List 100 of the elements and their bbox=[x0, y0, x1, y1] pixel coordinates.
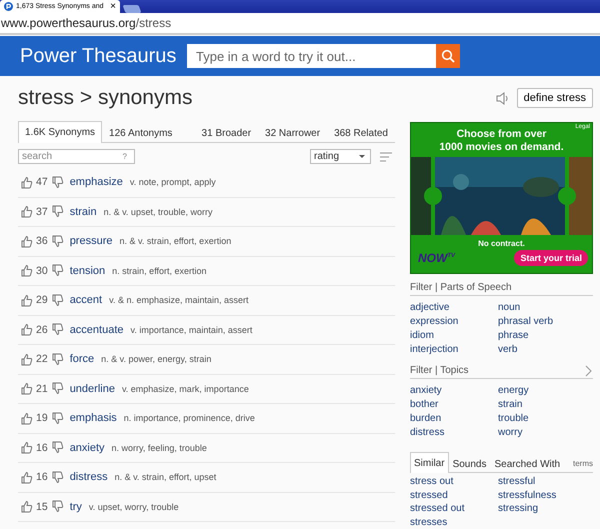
filter-heading: Filter | Parts of Speech bbox=[410, 282, 513, 293]
thumbs-up-icon[interactable] bbox=[20, 382, 33, 396]
synonym-link[interactable]: accentuate bbox=[70, 324, 124, 336]
search-button[interactable] bbox=[436, 44, 460, 68]
speaker-icon[interactable] bbox=[496, 90, 509, 106]
address-bar[interactable]: www.powerthesaurus.org/stress bbox=[0, 13, 600, 35]
vote-count: 19 bbox=[36, 412, 48, 424]
synonym-details: n. & v. strain, effort, exertion bbox=[119, 236, 232, 246]
thumbs-down-icon[interactable] bbox=[50, 294, 64, 307]
filter-link[interactable]: phrase bbox=[498, 329, 529, 343]
thumbs-up-icon[interactable] bbox=[20, 352, 33, 366]
thumbs-up-icon[interactable] bbox=[20, 205, 33, 218]
help-icon[interactable]: ? bbox=[122, 152, 127, 161]
synonym-details: v. importance, maintain, assert bbox=[130, 324, 252, 335]
filter-link[interactable]: worry bbox=[498, 426, 522, 440]
filter-link[interactable]: trouble bbox=[498, 412, 529, 426]
thumbs-up-icon[interactable] bbox=[20, 441, 33, 454]
vote-count: 22 bbox=[36, 353, 48, 366]
synonym-link[interactable]: emphasis bbox=[70, 412, 117, 424]
similar-link[interactable]: stressful bbox=[498, 475, 536, 488]
result-tab[interactable]: 32 Narrower bbox=[258, 122, 328, 143]
synonym-link[interactable]: tension bbox=[70, 264, 106, 277]
thumbs-down-icon[interactable] bbox=[50, 470, 64, 484]
filter-link[interactable]: distress bbox=[410, 426, 444, 440]
synonym-link[interactable]: anxiety bbox=[70, 442, 105, 454]
thumbs-up-icon[interactable] bbox=[20, 264, 33, 278]
sort-icon[interactable] bbox=[380, 152, 392, 162]
vote-count: 29 bbox=[36, 294, 48, 306]
synonym-details: v. emphasize, mark, importance bbox=[122, 384, 249, 394]
related-tab[interactable]: Searched With bbox=[490, 454, 564, 473]
thumbs-up-icon[interactable] bbox=[20, 412, 33, 425]
synonym-link[interactable]: distress bbox=[70, 471, 108, 484]
thumbs-down-icon[interactable] bbox=[50, 323, 64, 336]
vote-count: 16 bbox=[36, 471, 48, 484]
site-icon bbox=[4, 2, 13, 11]
thumbs-up-icon[interactable] bbox=[20, 500, 33, 514]
thumbs-down-icon[interactable] bbox=[50, 412, 64, 425]
filter-link[interactable]: phrasal verb bbox=[498, 315, 554, 329]
ad-text: No contract. bbox=[478, 239, 525, 248]
result-tab[interactable]: 31 Broader bbox=[194, 122, 258, 143]
result-tab[interactable]: 368 Related bbox=[327, 122, 395, 143]
similar-link[interactable]: stressing bbox=[498, 502, 538, 516]
synonym-link[interactable]: force bbox=[70, 353, 94, 366]
synonym-link[interactable]: strain bbox=[70, 206, 97, 218]
filter-link[interactable]: expression bbox=[410, 315, 458, 329]
filter-link[interactable]: burden bbox=[410, 412, 442, 426]
dropdown-caret-icon bbox=[359, 155, 365, 158]
result-tab[interactable]: 126 Antonyms bbox=[102, 122, 180, 143]
thumbs-down-icon[interactable] bbox=[50, 176, 64, 189]
thumbs-up-icon[interactable] bbox=[20, 294, 33, 307]
thumbs-up-icon[interactable] bbox=[20, 176, 33, 189]
filter-link[interactable]: strain bbox=[498, 398, 522, 412]
sort-dropdown[interactable]: rating bbox=[310, 149, 371, 164]
filter-link[interactable]: noun bbox=[498, 301, 520, 315]
synonym-details: n. & v. upset, trouble, worry bbox=[104, 206, 212, 217]
similar-link[interactable]: stresses bbox=[410, 516, 448, 529]
site-logo[interactable]: Power Thesaurus bbox=[20, 44, 187, 68]
filter-link[interactable]: bother bbox=[410, 398, 438, 412]
thumbs-down-icon[interactable] bbox=[50, 441, 64, 454]
related-tab[interactable]: Similar bbox=[410, 452, 449, 473]
synonym-details: n. importance, prominence, drive bbox=[124, 413, 255, 424]
ad-headline: Choose from over 1000 movies on demand. bbox=[439, 128, 564, 154]
chevron-right-icon[interactable] bbox=[585, 364, 593, 376]
thumbs-down-icon[interactable] bbox=[50, 205, 64, 218]
close-tab-button[interactable]: × bbox=[110, 2, 116, 12]
synonym-details: v. upset, worry, trouble bbox=[88, 502, 179, 512]
thumbs-down-icon[interactable] bbox=[50, 352, 64, 366]
vote-count: 36 bbox=[36, 235, 48, 248]
similar-link[interactable]: stressed bbox=[410, 488, 448, 502]
synonym-details: n. strain, effort, exertion bbox=[112, 266, 207, 276]
filter-link[interactable]: interjection bbox=[410, 343, 458, 357]
filter-link[interactable]: adjective bbox=[410, 301, 450, 315]
thumbs-down-icon[interactable] bbox=[50, 382, 64, 396]
synonym-link[interactable]: try bbox=[70, 500, 82, 513]
filter-link[interactable]: anxiety bbox=[410, 384, 442, 398]
filter-link[interactable]: verb bbox=[498, 343, 518, 357]
vote-count: 16 bbox=[36, 442, 48, 454]
page-title: stress > synonyms bbox=[18, 86, 194, 110]
define-button[interactable]: define stress bbox=[516, 88, 593, 108]
new-tab-button[interactable] bbox=[122, 5, 142, 13]
thumbs-up-icon[interactable] bbox=[20, 470, 33, 484]
related-tab[interactable]: Sounds bbox=[448, 454, 490, 473]
synonym-link[interactable]: pressure bbox=[70, 235, 112, 248]
thumbs-up-icon[interactable] bbox=[20, 323, 33, 336]
similar-link[interactable]: stressed out bbox=[410, 502, 464, 516]
filter-link[interactable]: idiom bbox=[410, 329, 434, 343]
trial-button[interactable]: Start your trial bbox=[514, 250, 588, 266]
result-tab[interactable]: 1.6K Synonyms bbox=[18, 121, 102, 143]
thumbs-down-icon[interactable] bbox=[50, 264, 64, 278]
synonym-link[interactable]: accent bbox=[70, 294, 102, 306]
filter-link[interactable]: energy bbox=[498, 384, 529, 398]
synonym-link[interactable]: underline bbox=[70, 382, 115, 395]
similar-link[interactable]: stress out bbox=[410, 475, 454, 488]
thumbs-down-icon[interactable] bbox=[50, 500, 64, 514]
thumbs-up-icon[interactable] bbox=[20, 234, 33, 248]
similar-link[interactable]: stressfulness bbox=[498, 488, 556, 502]
search-icon bbox=[441, 49, 455, 63]
synonym-link[interactable]: emphasize bbox=[70, 176, 123, 188]
search-field[interactable]: Type in a word to try it out... bbox=[187, 44, 436, 68]
thumbs-down-icon[interactable] bbox=[50, 234, 64, 248]
